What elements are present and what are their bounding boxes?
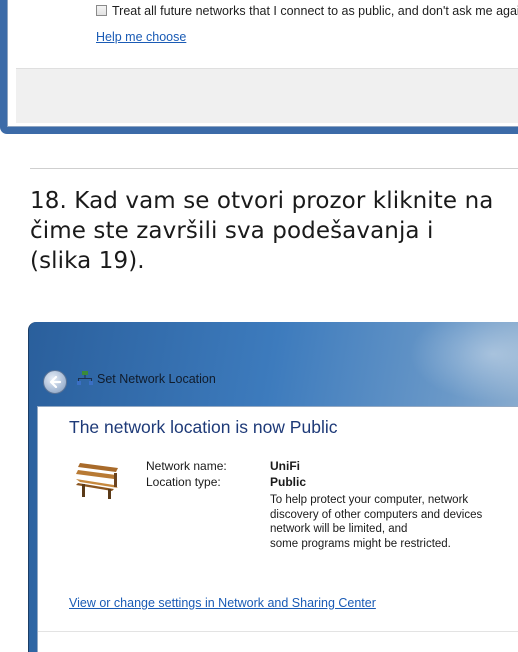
window-title: Set Network Location [97, 372, 216, 386]
location-type-label: Location type: [146, 475, 221, 489]
back-button[interactable] [43, 370, 67, 394]
help-me-choose-link[interactable]: Help me choose [96, 30, 186, 44]
set-network-location-window: Set Network Location The network locatio… [28, 322, 518, 652]
step-18-instruction: 18. Kad vam se otvori prozor kliknite na… [30, 188, 494, 274]
dialog-footer-divider [38, 631, 518, 632]
network-name-value: UniFi [270, 459, 300, 473]
bench-icon [76, 463, 118, 499]
public-location-description: To help protect your computer, network d… [270, 494, 483, 550]
location-heading: The network location is now Public [69, 417, 338, 437]
network-name-label: Network name: [146, 459, 227, 473]
aero-glow [409, 322, 518, 402]
dialog-content: The network location is now Public Netwo… [37, 406, 518, 652]
public-networks-checkbox-label: Treat all future networks that I connect… [112, 4, 518, 18]
back-arrow-icon [49, 376, 61, 388]
previous-window-screenshot: Treat all future networks that I connect… [0, 0, 518, 134]
public-networks-checkbox[interactable] [96, 5, 107, 16]
previous-window-footer [16, 68, 518, 123]
network-sharing-center-link[interactable]: View or change settings in Network and S… [69, 596, 376, 610]
section-divider [30, 168, 518, 169]
previous-window-content: Treat all future networks that I connect… [7, 0, 518, 127]
location-type-value: Public [270, 475, 307, 489]
public-networks-option[interactable]: Treat all future networks that I connect… [96, 4, 518, 18]
network-icon [77, 371, 93, 385]
